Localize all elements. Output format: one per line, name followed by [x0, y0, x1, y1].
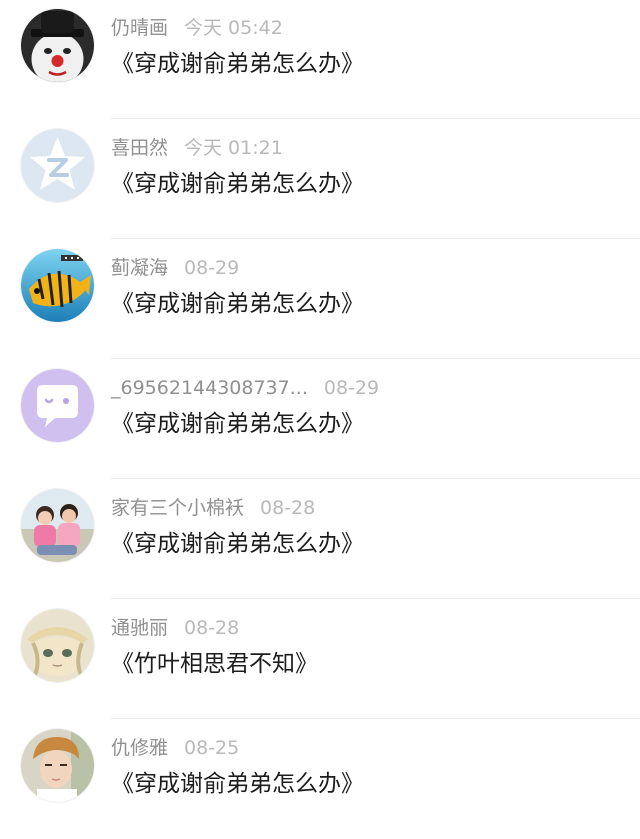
- book-title[interactable]: 《穿成谢俞弟弟怎么办》: [111, 768, 364, 800]
- divider: [111, 358, 640, 359]
- timestamp: 今天 01:21: [184, 137, 283, 159]
- comment-feed: 仍晴画 今天 05:42 《穿成谢俞弟弟怎么办》 喜田然 今天 01:21 《穿成谢…: [0, 0, 640, 823]
- comment-meta: 仇修雅 08-25: [111, 736, 239, 760]
- divider: [111, 598, 640, 599]
- list-item[interactable]: _69562144308737... 08-29 《穿成谢俞弟弟怎么办》: [0, 360, 640, 479]
- book-title[interactable]: 《穿成谢俞弟弟怎么办》: [111, 288, 364, 320]
- default-z-avatar-icon: [21, 129, 94, 202]
- boy-photo-avatar-icon: [21, 729, 94, 802]
- avatar[interactable]: [21, 249, 94, 322]
- avatar[interactable]: [21, 729, 94, 802]
- username[interactable]: _69562144308737...: [111, 377, 308, 399]
- comment-meta: _69562144308737... 08-29: [111, 376, 379, 400]
- timestamp: 08-28: [184, 617, 240, 639]
- list-item[interactable]: 仍晴画 今天 05:42 《穿成谢俞弟弟怎么办》: [0, 0, 640, 119]
- avatar[interactable]: [21, 369, 94, 442]
- clown-avatar-icon: [21, 9, 94, 82]
- fish-avatar-icon: [21, 249, 94, 322]
- divider: [111, 238, 640, 239]
- book-title[interactable]: 《穿成谢俞弟弟怎么办》: [111, 408, 364, 440]
- username[interactable]: 蓟凝海: [111, 257, 168, 279]
- chat-bubble-avatar-icon: [21, 369, 94, 442]
- timestamp: 08-29: [323, 377, 380, 399]
- comment-meta: 通驰丽 08-28: [111, 616, 239, 640]
- list-item[interactable]: 家有三个小棉袄 08-28 《穿成谢俞弟弟怎么办》: [0, 480, 640, 599]
- avatar[interactable]: [21, 129, 94, 202]
- username[interactable]: 喜田然: [111, 137, 168, 159]
- timestamp: 08-28: [260, 497, 316, 519]
- avatar[interactable]: [21, 489, 94, 562]
- book-title[interactable]: 《穿成谢俞弟弟怎么办》: [111, 168, 364, 200]
- divider: [111, 478, 640, 479]
- list-item[interactable]: 喜田然 今天 01:21 《穿成谢俞弟弟怎么办》: [0, 120, 640, 239]
- book-title[interactable]: 《穿成谢俞弟弟怎么办》: [111, 528, 364, 560]
- username[interactable]: 通驰丽: [111, 617, 168, 639]
- book-title[interactable]: 《穿成谢俞弟弟怎么办》: [111, 48, 364, 80]
- comment-meta: 家有三个小棉袄 08-28: [111, 496, 315, 520]
- username[interactable]: 家有三个小棉袄: [111, 497, 244, 519]
- comment-meta: 蓟凝海 08-29: [111, 256, 239, 280]
- anime-girl-avatar-icon: [21, 609, 94, 682]
- kids-photo-avatar-icon: [21, 489, 94, 562]
- list-item[interactable]: 蓟凝海 08-29 《穿成谢俞弟弟怎么办》: [0, 240, 640, 359]
- timestamp: 08-25: [184, 737, 240, 759]
- divider: [111, 718, 640, 719]
- timestamp: 08-29: [184, 257, 240, 279]
- list-item[interactable]: 仇修雅 08-25 《穿成谢俞弟弟怎么办》: [0, 720, 640, 839]
- divider: [111, 118, 640, 119]
- book-title[interactable]: 《竹叶相思君不知》: [111, 648, 318, 680]
- username[interactable]: 仍晴画: [111, 17, 168, 39]
- timestamp: 今天 05:42: [184, 17, 283, 39]
- avatar[interactable]: [21, 609, 94, 682]
- avatar[interactable]: [21, 9, 94, 82]
- comment-meta: 仍晴画 今天 05:42: [111, 16, 283, 40]
- comment-meta: 喜田然 今天 01:21: [111, 136, 283, 160]
- list-item[interactable]: 通驰丽 08-28 《竹叶相思君不知》: [0, 600, 640, 719]
- username[interactable]: 仇修雅: [111, 737, 168, 759]
